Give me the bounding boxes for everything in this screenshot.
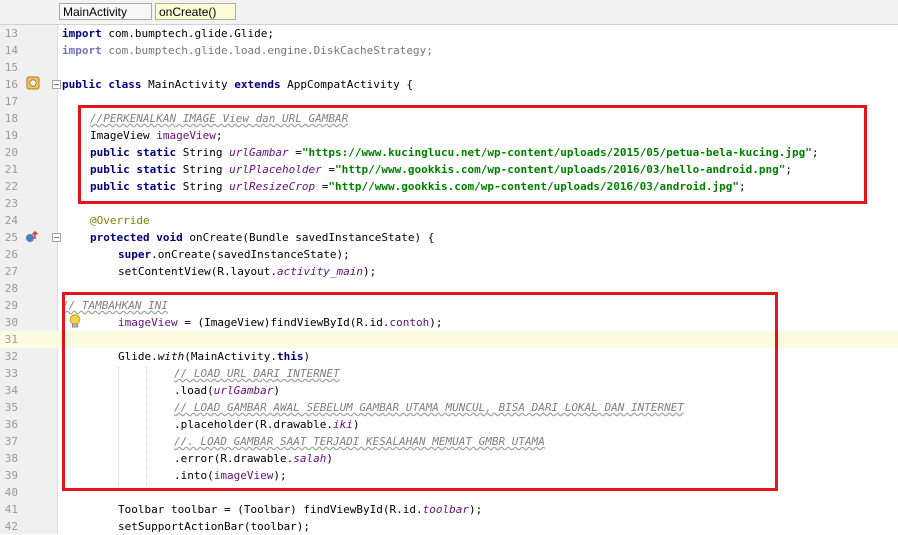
code-line[interactable]: 16 public class MainActivity extends AppC…	[0, 76, 898, 93]
line-number: 37	[4, 435, 18, 448]
code-line[interactable]: 15	[0, 59, 898, 76]
line-number: 28	[4, 282, 18, 295]
line-number: 40	[4, 486, 18, 499]
line-number: 14	[4, 44, 18, 57]
code-token: );	[469, 503, 483, 516]
code-text: setContentView(R.layout.activity_main);	[118, 263, 376, 280]
line-number: 17	[4, 95, 18, 108]
code-line[interactable]: 13 import com.bumptech.glide.Glide;	[0, 25, 898, 42]
code-line[interactable]: 26 super.onCreate(savedInstanceState);	[0, 246, 898, 263]
code-line[interactable]: 14 import com.bumptech.glide.load.engine.…	[0, 42, 898, 59]
code-text: Toolbar toolbar = (Toolbar) findViewById…	[118, 501, 482, 518]
highlight-box-glide	[62, 292, 778, 491]
line-number: 27	[4, 265, 18, 278]
code-line[interactable]: 25 protected void onCreate(Bundle savedIn…	[0, 229, 898, 246]
line-number: 29	[4, 299, 18, 312]
code-token: import	[62, 44, 102, 57]
line-number: 34	[4, 384, 18, 397]
code-line[interactable]: 41 Toolbar toolbar = (Toolbar) findViewBy…	[0, 501, 898, 518]
breadcrumb-method[interactable]: onCreate()	[155, 3, 236, 20]
line-number: 16	[4, 78, 18, 91]
code-text: public class MainActivity extends AppCom…	[62, 76, 413, 93]
code-text: setSupportActionBar(toolbar);	[118, 518, 310, 535]
line-number: 15	[4, 61, 18, 74]
line-number: 20	[4, 146, 18, 159]
line-number: 38	[4, 452, 18, 465]
code-token: onCreate(Bundle savedInstanceState) {	[182, 231, 435, 244]
fold-icon-line-16[interactable]	[52, 80, 61, 89]
highlight-box-fields	[78, 105, 867, 204]
line-number: 42	[4, 520, 18, 533]
line-number: 23	[4, 197, 18, 210]
code-token: );	[363, 265, 377, 278]
line-number: 39	[4, 469, 18, 482]
line-number: 24	[4, 214, 18, 227]
code-token: extends	[234, 78, 281, 91]
code-text: import com.bumptech.glide.Glide;	[62, 25, 274, 42]
code-token: com.bumptech.glide.load.engine.DiskCache…	[101, 44, 433, 57]
code-token: activity_main	[276, 265, 364, 278]
code-text: import com.bumptech.glide.load.engine.Di…	[62, 42, 433, 59]
code-text: @Override	[90, 212, 150, 229]
code-line[interactable]: 24 @Override	[0, 212, 898, 229]
code-token: MainActivity	[141, 78, 235, 91]
code-line[interactable]: 27 setContentView(R.layout.activity_main)…	[0, 263, 898, 280]
line-number: 19	[4, 129, 18, 142]
line-number: 36	[4, 418, 18, 431]
code-token: Toolbar toolbar = (Toolbar) findViewById…	[118, 503, 423, 516]
line-number: 25	[4, 231, 18, 244]
line-number: 41	[4, 503, 18, 516]
line-number: 22	[4, 180, 18, 193]
code-token: AppCompatActivity {	[280, 78, 414, 91]
code-token: @Override	[90, 214, 150, 227]
code-token: protected void	[90, 231, 183, 244]
breadcrumb-class[interactable]: MainActivity	[59, 3, 152, 20]
line-number: 21	[4, 163, 18, 176]
line-number: 31	[4, 333, 18, 346]
line-number: 26	[4, 248, 18, 261]
code-token: import	[62, 27, 102, 40]
line-number: 32	[4, 350, 18, 363]
fold-icon-line-25[interactable]	[52, 233, 61, 242]
line-number: 33	[4, 367, 18, 380]
code-token: public class	[62, 78, 142, 91]
code-token: toolbar	[422, 503, 469, 516]
code-token: .onCreate(savedInstanceState);	[151, 248, 350, 261]
breadcrumb-bar: MainActivity onCreate()	[0, 0, 898, 25]
line-number: 35	[4, 401, 18, 414]
code-token: setSupportActionBar(toolbar);	[118, 520, 311, 533]
code-token: setContentView(R.layout.	[118, 265, 277, 278]
class-run-icon[interactable]	[26, 76, 40, 90]
code-text: protected void onCreate(Bundle savedInst…	[90, 229, 434, 246]
override-method-icon[interactable]	[25, 230, 39, 244]
code-token: com.bumptech.glide.Glide;	[101, 27, 274, 40]
line-number: 18	[4, 112, 18, 125]
line-number: 13	[4, 27, 18, 40]
code-line[interactable]: 42 setSupportActionBar(toolbar);	[0, 518, 898, 535]
code-token: super	[118, 248, 152, 261]
line-number: 30	[4, 316, 18, 329]
code-text: super.onCreate(savedInstanceState);	[118, 246, 350, 263]
